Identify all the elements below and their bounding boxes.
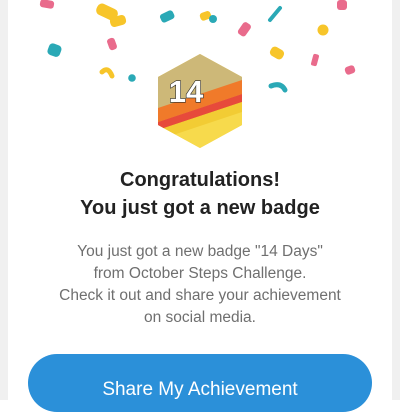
- dialog-title-line1: Congratulations!: [120, 169, 280, 191]
- badge-14-days-icon: 14: [158, 54, 242, 148]
- dialog-body-text: You just got a new badge "14 Days" from …: [0, 241, 400, 329]
- body-line: Check it out and share your achievement: [59, 287, 341, 304]
- dialog-title-line2: You just got a new badge: [80, 197, 320, 219]
- share-achievement-button[interactable]: Share My Achievement: [28, 354, 372, 412]
- body-line: from October Steps Challenge.: [93, 265, 307, 282]
- body-line: You just got a new badge "14 Days": [77, 243, 323, 260]
- body-line: on social media.: [143, 309, 256, 326]
- badge-number: 14: [169, 74, 204, 109]
- dialog-title: Congratulations! You just got a new badg…: [0, 166, 400, 222]
